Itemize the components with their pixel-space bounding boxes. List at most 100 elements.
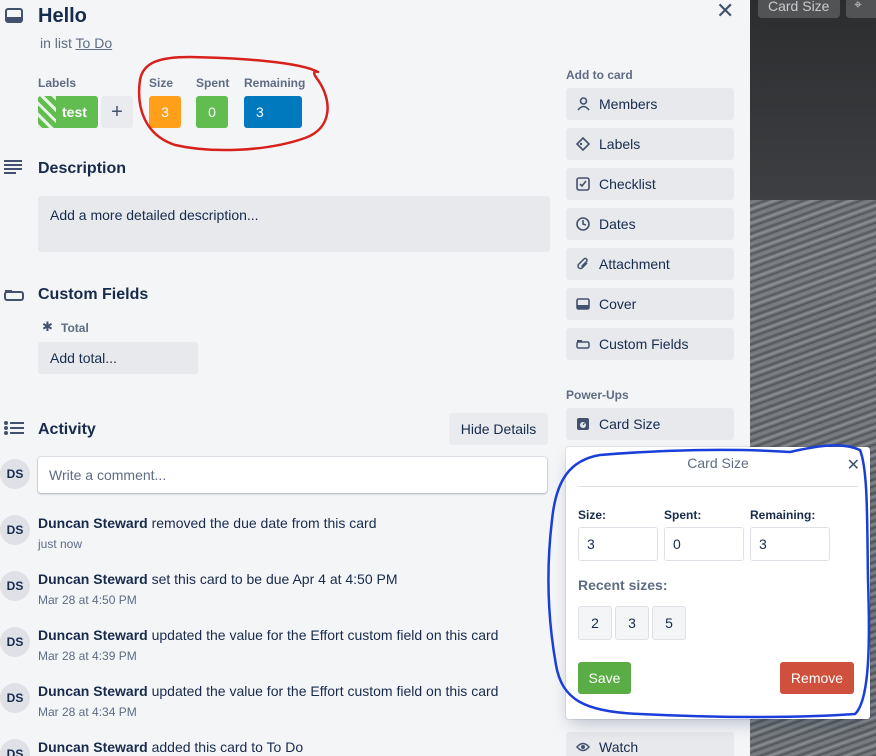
eye-icon: [576, 740, 590, 754]
description-icon: [4, 160, 22, 177]
popup-spent-input[interactable]: 0: [664, 527, 744, 561]
recent-size-button[interactable]: 2: [578, 606, 612, 640]
attachment-button[interactable]: Attachment: [566, 248, 734, 280]
activity-action: updated the value for the Effort custom …: [151, 683, 499, 699]
recent-size-button[interactable]: 5: [652, 606, 686, 640]
backdrop-pin-icon[interactable]: ⌖: [846, 0, 876, 18]
members-label: Members: [599, 96, 658, 112]
activity-icon: [4, 421, 24, 438]
activity-action: added this card to To Do: [151, 739, 304, 755]
activity-user[interactable]: Duncan Steward: [38, 515, 148, 531]
card-size-button[interactable]: Card Size: [566, 408, 734, 440]
popup-size-label: Size:: [578, 508, 607, 522]
label-pattern: [38, 96, 56, 128]
activity-title: Activity: [38, 421, 96, 438]
description-title: Description: [38, 160, 127, 177]
activity-avatar[interactable]: DS: [0, 515, 30, 545]
attachment-label: Attachment: [599, 256, 670, 272]
cover-label: Cover: [599, 296, 637, 312]
activity-text: Duncan Steward removed the due date from…: [38, 515, 377, 531]
activity-action: removed the due date from this card: [151, 515, 377, 531]
watch-label: Watch: [599, 739, 639, 755]
backdrop-card-size-chip[interactable]: Card Size: [758, 0, 840, 18]
activity-entry: DS Duncan Steward added this card to To …: [0, 737, 540, 756]
add-to-card-heading: Add to card: [566, 68, 633, 82]
remove-button[interactable]: Remove: [780, 662, 854, 694]
total-field-input[interactable]: Add total...: [38, 342, 198, 374]
members-button[interactable]: Members: [566, 88, 734, 120]
custom-fields-button[interactable]: Custom Fields: [566, 328, 734, 360]
popup-size-input[interactable]: 3: [578, 527, 658, 561]
activity-avatar[interactable]: DS: [0, 571, 30, 601]
activity-text: Duncan Steward added this card to To Do: [38, 739, 303, 755]
card-icon: [5, 8, 23, 23]
paperclip-icon: [576, 257, 590, 271]
popup-spent-label: Spent:: [664, 508, 702, 522]
popup-remaining-input[interactable]: 3: [750, 527, 830, 561]
popover-title: Card Size: [687, 455, 749, 471]
hide-details-button[interactable]: Hide Details: [449, 413, 548, 445]
asterisk-icon: ✱: [42, 319, 53, 334]
size-badge[interactable]: 3: [149, 96, 181, 128]
list-name-link[interactable]: To Do: [76, 35, 113, 51]
activity-timestamp[interactable]: Mar 28 at 4:34 PM: [38, 705, 137, 719]
activity-avatar[interactable]: DS: [0, 627, 30, 657]
activity-user[interactable]: Duncan Steward: [38, 739, 148, 755]
activity-user[interactable]: Duncan Steward: [38, 627, 148, 643]
in-list-prefix: in list: [40, 35, 72, 51]
activity-action: updated the value for the Effort custom …: [151, 627, 499, 643]
activity-user[interactable]: Duncan Steward: [38, 683, 148, 699]
labels-button[interactable]: Labels: [566, 128, 734, 160]
activity-user[interactable]: Duncan Steward: [38, 571, 148, 587]
close-icon[interactable]: ✕: [716, 0, 734, 24]
activity-avatar[interactable]: DS: [0, 683, 30, 713]
checklist-label: Checklist: [599, 176, 656, 192]
label-test[interactable]: test: [38, 96, 98, 128]
custom-fields-title: Custom Fields: [38, 286, 149, 303]
popover-close-icon[interactable]: ✕: [847, 455, 860, 475]
activity-text: Duncan Steward set this card to be due A…: [38, 571, 398, 587]
description-input[interactable]: Add a more detailed description...: [38, 196, 550, 252]
activity-avatar[interactable]: DS: [0, 739, 30, 756]
activity-action: set this card to be due Apr 4 at 4:50 PM: [151, 571, 398, 587]
scale-icon: [576, 417, 590, 431]
checklist-button[interactable]: Checklist: [566, 168, 734, 200]
card-title[interactable]: Hello: [38, 5, 87, 28]
activity-text: Duncan Steward updated the value for the…: [38, 627, 498, 643]
avatar[interactable]: DS: [0, 459, 30, 489]
cover-button[interactable]: Cover: [566, 288, 734, 320]
popup-remaining-label: Remaining:: [750, 508, 816, 522]
labels-label: Labels: [599, 136, 641, 152]
activity-timestamp[interactable]: Mar 28 at 4:39 PM: [38, 649, 137, 663]
watch-button[interactable]: Watch: [566, 732, 734, 756]
spent-heading: Spent: [196, 76, 230, 90]
save-button[interactable]: Save: [578, 662, 631, 694]
dates-label: Dates: [599, 216, 636, 232]
total-field-label: Total: [61, 321, 89, 335]
in-list-line: in list To Do: [40, 35, 112, 51]
remaining-heading: Remaining: [244, 76, 306, 90]
recent-size-button[interactable]: 3: [615, 606, 649, 640]
custom-fields-label: Custom Fields: [599, 336, 689, 352]
tag-icon: [576, 137, 590, 151]
comment-input[interactable]: Write a comment...: [38, 457, 547, 493]
custom-fields-icon: [4, 288, 24, 304]
remaining-badge[interactable]: 3: [244, 96, 302, 128]
cover-icon: [576, 297, 590, 311]
popover-divider: [578, 486, 858, 487]
person-icon: [576, 97, 590, 111]
spent-badge[interactable]: 0: [196, 96, 228, 128]
dates-button[interactable]: Dates: [566, 208, 734, 240]
activity-timestamp[interactable]: Mar 28 at 4:50 PM: [38, 593, 137, 607]
add-label-button[interactable]: +: [101, 96, 133, 128]
labels-heading: Labels: [38, 76, 77, 90]
card-size-popover: Card Size ✕ Size: 3 Spent: 0 Remaining: …: [566, 447, 870, 719]
power-ups-heading: Power-Ups: [566, 388, 629, 402]
activity-timestamp[interactable]: just now: [38, 537, 82, 551]
recent-sizes-label: Recent sizes:: [578, 577, 668, 593]
custom-fields-icon: [576, 337, 590, 351]
size-heading: Size: [149, 76, 174, 90]
label-test-text: test: [62, 104, 87, 120]
activity-text: Duncan Steward updated the value for the…: [38, 683, 498, 699]
checklist-icon: [576, 177, 590, 191]
